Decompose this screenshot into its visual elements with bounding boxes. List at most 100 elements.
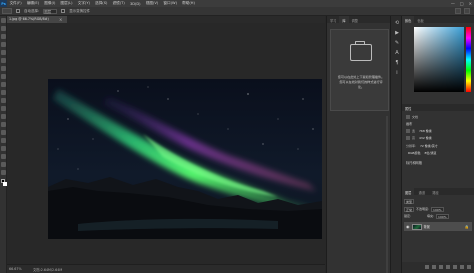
history-brush-tool-icon[interactable] [1,90,6,95]
opacity-field[interactable]: 100% [431,206,444,212]
tab-channels[interactable]: 通道 [416,188,428,196]
height-row: 高 432 像素 [406,135,466,140]
color-mode-dropdown[interactable]: RGB颜色 [408,151,420,155]
layers-panel-tabs: 图层 通道 路径 [402,188,474,196]
document-info: 文档:2.64M/2.64M [33,268,63,272]
tab-close-icon[interactable]: × [59,16,65,23]
layer-filter-dropdown[interactable]: 类型 [404,198,415,204]
path-select-tool-icon[interactable] [1,146,6,151]
dodge-tool-icon[interactable] [1,122,6,127]
tab-adjustments[interactable]: 调整 [349,16,361,23]
tab-swatches[interactable]: 色板 [414,16,426,23]
crop-tool-icon[interactable] [1,50,6,55]
link-layers-icon[interactable] [425,265,429,269]
blur-tool-icon[interactable] [1,114,6,119]
healing-tool-icon[interactable] [1,66,6,71]
gradient-tool-icon[interactable] [1,106,6,111]
bit-depth-dropdown[interactable]: 8位/通道 [424,151,436,155]
menu-help[interactable]: 帮助(H) [180,1,198,6]
adjustment-layer-icon[interactable] [446,265,450,269]
fill-field[interactable]: 100% [436,213,449,219]
libraries-panel-tabs: 学习 库 调整 [327,16,390,23]
blend-mode-dropdown[interactable]: 正常 [404,206,415,212]
shape-tool-icon[interactable] [1,154,6,159]
close-button[interactable]: ✕ [469,1,472,6]
menu-3d[interactable]: 3D(D) [127,2,143,6]
new-layer-icon[interactable] [460,265,464,269]
visibility-eye-icon[interactable]: ◉ [406,224,410,229]
width-icon [406,128,410,133]
quick-select-tool-icon[interactable] [1,42,6,47]
document-tab-bar: 1.jpg @ 66.7%(RGB/8#) × [7,16,325,23]
pen-tool-icon[interactable] [1,130,6,135]
libraries-scrollbar[interactable] [386,116,388,273]
brush-icon[interactable]: ✎ [394,40,400,46]
document-icon [406,114,410,119]
search-icon[interactable] [455,8,461,14]
tool-preset-picker[interactable] [2,8,12,14]
document-tab[interactable]: 1.jpg @ 66.7%(RGB/8#) [7,16,67,23]
menu-window[interactable]: 窗口(W) [161,1,180,6]
tools-panel [0,16,7,273]
tab-layers[interactable]: 图层 [402,188,415,196]
tab-learn[interactable]: 学习 [327,16,339,23]
lock-row: 锁定: 填充: 100% [404,213,449,219]
guides-section-title[interactable]: 标尺和网格 [406,160,422,165]
tab-properties[interactable]: 属性 [402,104,414,112]
hue-slider[interactable] [466,27,471,92]
workspace-icon[interactable] [464,8,470,14]
menu-type[interactable]: 文字(Y) [75,1,92,6]
color-field[interactable] [414,27,464,92]
auto-select-dropdown[interactable]: 图层 [43,8,58,14]
layer-row-background[interactable]: ◉ 背景 🔒 [404,222,472,231]
character-icon[interactable]: A [394,50,400,56]
menu-filter[interactable]: 滤镜(T) [110,1,127,6]
play-icon[interactable]: ▶ [394,30,400,36]
brush-tool-icon[interactable] [1,74,6,79]
background-color[interactable] [2,181,7,186]
menu-file[interactable]: 文件(F) [7,1,24,6]
auto-select-checkbox[interactable] [16,9,20,13]
type-tool-icon[interactable] [1,138,6,143]
eyedropper-tool-icon[interactable] [1,58,6,63]
resolution-row: 分辨率: 72 像素/英寸 [406,143,466,148]
aurora-photo [48,79,322,239]
resolution-field[interactable]: 72 像素/英寸 [420,144,438,148]
menu-image[interactable]: 图像(I) [42,1,58,6]
color-swatches[interactable] [0,179,7,188]
zoom-tool-icon[interactable] [1,170,6,175]
menu-view[interactable]: 视图(V) [143,1,161,6]
hand-tool-icon[interactable] [1,162,6,167]
tab-paths[interactable]: 路径 [429,188,441,196]
maximize-button[interactable]: □ [460,1,464,6]
history-icon[interactable]: ⟲ [394,20,400,26]
add-mask-icon[interactable] [439,265,443,269]
width-field[interactable]: 768 像素 [419,129,432,133]
canvas-area[interactable] [7,23,325,264]
status-bar: 66.67% 文档:2.64M/2.64M [7,264,325,273]
menu-layer[interactable]: 图层(L) [58,1,75,6]
info-icon[interactable]: i [394,70,400,76]
lasso-tool-icon[interactable] [1,34,6,39]
height-icon [406,135,410,140]
lock-icon: 🔒 [464,224,469,229]
height-field[interactable]: 432 像素 [419,136,432,140]
zoom-level[interactable]: 66.67% [9,267,22,271]
show-transform-checkbox[interactable] [61,9,66,13]
layer-style-icon[interactable] [432,265,436,269]
delete-layer-icon[interactable] [467,265,471,269]
marquee-tool-icon[interactable] [1,26,6,31]
minimize-button[interactable]: — [451,1,455,6]
menu-select[interactable]: 选择(S) [93,1,110,6]
tab-color[interactable]: 颜色 [402,16,415,23]
menu-edit[interactable]: 编辑(E) [24,1,41,6]
options-bar: 自动选择: 图层 显示变换控件 [0,7,474,16]
move-tool-icon[interactable] [1,18,6,23]
stamp-tool-icon[interactable] [1,82,6,87]
show-transform-label: 显示变换控件 [69,8,91,13]
paragraph-icon[interactable]: ¶ [394,60,400,66]
width-label: 宽 [412,128,416,133]
new-group-icon[interactable] [453,265,457,269]
tab-libraries[interactable]: 库 [339,16,349,23]
eraser-tool-icon[interactable] [1,98,6,103]
